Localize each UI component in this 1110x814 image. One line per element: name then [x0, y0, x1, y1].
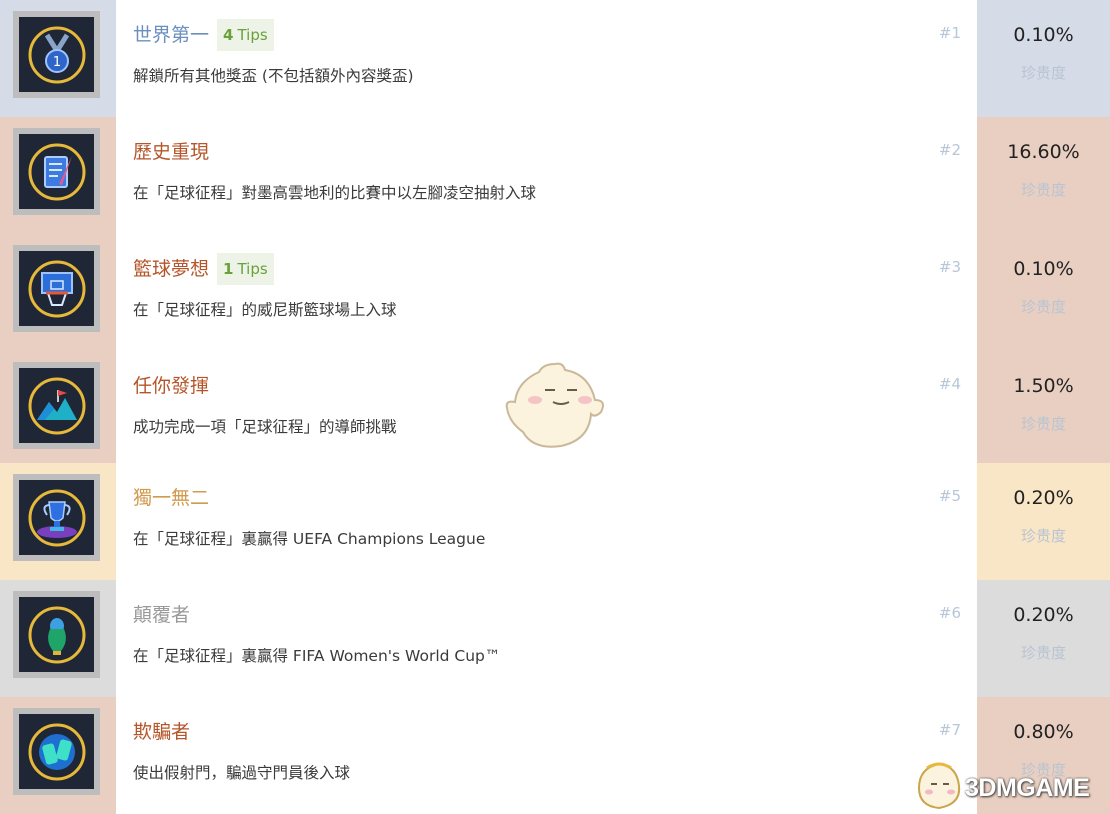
achievement-rank: #1	[938, 24, 961, 42]
logo-text: 3DMGAME	[965, 774, 1090, 802]
achievement-rank: #4	[938, 375, 961, 393]
achievement-icon-frame	[13, 362, 100, 449]
achievement-title[interactable]: 籃球夢想	[133, 252, 209, 286]
achievement-percent: 16.60%	[1007, 141, 1080, 163]
achievement-row[interactable]: 歷史重現 在「足球征程」對墨高雲地利的比賽中以左腳凌空抽射入球 #2 16.60…	[0, 117, 1110, 234]
achievement-title[interactable]: 欺騙者	[133, 715, 190, 749]
rarity-label: 珍贵度	[1020, 181, 1066, 199]
achievement-title[interactable]: 顛覆者	[133, 598, 190, 632]
achievement-title[interactable]: 歷史重現	[133, 135, 209, 169]
achievement-description: 在「足球征程」的威尼斯籃球場上入球	[133, 301, 397, 319]
mascot-watermark	[505, 362, 604, 448]
rarity-label: 珍贵度	[1020, 298, 1066, 316]
achievement-icon-frame	[13, 708, 100, 795]
achievement-rank: #5	[938, 487, 961, 505]
achievement-row[interactable]: 獨一無二 在「足球征程」裏贏得 UEFA Champions League #5…	[0, 463, 1110, 580]
achievement-rank: #6	[938, 604, 961, 622]
achievement-title[interactable]: 任你發揮	[133, 369, 209, 403]
row-left-band	[0, 580, 116, 697]
rarity-label: 珍贵度	[1020, 415, 1066, 433]
achievement-row[interactable]: 1 世界第一 4 Tips 解鎖所有其他獎盃 (不包括額外內容獎盃) #1 0.1…	[0, 0, 1110, 117]
scroll-quill-icon	[28, 143, 85, 200]
achievement-percent: 0.80%	[1013, 721, 1074, 743]
row-left-band	[0, 234, 116, 351]
row-left-band	[0, 697, 116, 814]
tips-label: Tips	[237, 260, 268, 278]
achievement-row[interactable]: 籃球夢想 1 Tips 在「足球征程」的威尼斯籃球場上入球 #3 0.10% 珍贵…	[0, 234, 1110, 351]
achievement-description: 在「足球征程」對墨高雲地利的比賽中以左腳凌空抽射入球	[133, 184, 537, 202]
tips-count: 4	[223, 26, 234, 44]
rarity-label: 珍贵度	[1020, 644, 1066, 662]
row-right-band: 0.10% 珍贵度	[977, 234, 1110, 351]
achievement-icon-frame	[13, 474, 100, 561]
achievement-row[interactable]: 顛覆者 在「足球征程」裏贏得 FIFA Women's World Cup™ #…	[0, 580, 1110, 697]
achievement-percent: 0.10%	[1013, 258, 1074, 280]
row-left-band: 1	[0, 0, 116, 117]
row-left-band	[0, 463, 116, 580]
achievement-icon-frame: 1	[13, 11, 100, 98]
rarity-label: 珍贵度	[1020, 527, 1066, 545]
row-right-band: 0.20% 珍贵度	[977, 580, 1110, 697]
tips-badge[interactable]: 1 Tips	[217, 253, 274, 285]
mountain-flag-icon	[28, 377, 85, 434]
achievement-percent: 0.10%	[1013, 24, 1074, 46]
achievement-percent: 1.50%	[1013, 375, 1074, 397]
row-content: 獨一無二 在「足球征程」裏贏得 UEFA Champions League #5	[116, 463, 977, 580]
achievement-title[interactable]: 獨一無二	[133, 481, 209, 515]
achievement-description: 在「足球征程」裏贏得 FIFA Women's World Cup™	[133, 647, 501, 665]
achievement-rank: #2	[938, 141, 961, 159]
achievement-rank: #3	[938, 258, 961, 276]
trophy-icon	[28, 489, 85, 546]
basketball-hoop-icon	[28, 260, 85, 317]
achievement-title[interactable]: 世界第一	[133, 18, 209, 52]
achievement-icon-frame	[13, 591, 100, 678]
row-right-band: 16.60% 珍贵度	[977, 117, 1110, 234]
row-content: 世界第一 4 Tips 解鎖所有其他獎盃 (不包括額外內容獎盃) #1	[116, 0, 977, 117]
tips-badge[interactable]: 4 Tips	[217, 19, 274, 51]
row-content: 顛覆者 在「足球征程」裏贏得 FIFA Women's World Cup™ #…	[116, 580, 977, 697]
achievement-description: 解鎖所有其他獎盃 (不包括額外內容獎盃)	[133, 67, 414, 85]
row-content: 欺騙者 使出假射門，騙過守門員後入球 #7	[116, 697, 977, 814]
achievement-percent: 0.20%	[1013, 487, 1074, 509]
svg-text:1: 1	[52, 55, 60, 70]
rarity-label: 珍贵度	[1020, 64, 1066, 82]
achievement-icon-frame	[13, 245, 100, 332]
tips-label: Tips	[237, 26, 268, 44]
achievement-description: 使出假射門，騙過守門員後入球	[133, 764, 351, 782]
row-content: 籃球夢想 1 Tips 在「足球征程」的威尼斯籃球場上入球 #3	[116, 234, 977, 351]
tips-count: 1	[223, 260, 234, 278]
medal-icon: 1	[28, 26, 85, 83]
row-right-band: 1.50% 珍贵度	[977, 351, 1110, 468]
row-right-band: 0.20% 珍贵度	[977, 463, 1110, 580]
achievement-description: 在「足球征程」裏贏得 UEFA Champions League	[133, 530, 486, 548]
row-content: 歷史重現 在「足球征程」對墨高雲地利的比賽中以左腳凌空抽射入球 #2	[116, 117, 977, 234]
feint-shot-icon	[28, 723, 85, 780]
mascot-logo-icon	[917, 762, 961, 810]
world-cup-icon	[28, 606, 85, 663]
achievement-rank: #7	[938, 721, 961, 739]
row-right-band: 0.10% 珍贵度	[977, 0, 1110, 117]
achievement-description: 成功完成一項「足球征程」的導師挑戰	[133, 418, 397, 436]
achievement-percent: 0.20%	[1013, 604, 1074, 626]
row-left-band	[0, 351, 116, 468]
row-left-band	[0, 117, 116, 234]
achievement-icon-frame	[13, 128, 100, 215]
site-logo-watermark: 3DMGAME	[913, 760, 1108, 812]
